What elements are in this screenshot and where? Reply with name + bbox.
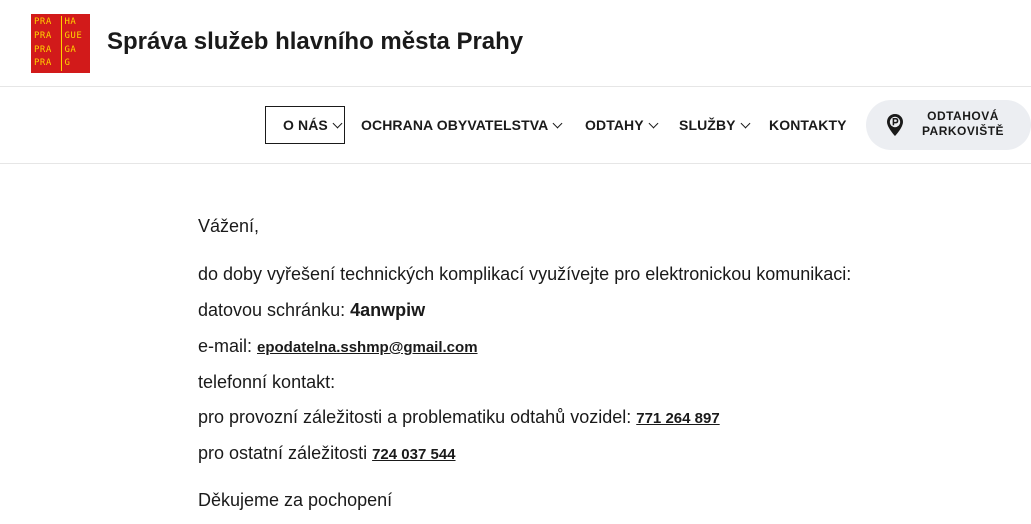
phone-operations-line: pro provozní záležitosti a problematiku … — [198, 407, 720, 428]
nav-item-label: KONTAKTY — [769, 117, 847, 133]
parking-label-line1: ODTAHOVÁ — [927, 109, 999, 123]
site-title[interactable]: Správa služeb hlavního města Prahy — [107, 28, 523, 56]
logo-text: PRA — [34, 30, 52, 41]
phone-heading: telefonní kontakt: — [198, 372, 336, 392]
phone-other-line: pro ostatní záležitosti 724 037 544 — [198, 443, 456, 464]
phone-other-link[interactable]: 724 037 544 — [372, 446, 455, 463]
logo-text: G — [60, 57, 88, 71]
nav-item-sluzby[interactable]: SLUŽBY — [679, 106, 751, 144]
logo-text: PRA — [34, 44, 52, 55]
nav-item-label: SLUŽBY — [679, 117, 736, 133]
nav-item-label: OCHRANA OBYVATELSTVA — [361, 117, 549, 133]
databox-line: datovou schránku: 4anwpiw — [198, 300, 425, 321]
nav-item-label: O NÁS — [283, 117, 328, 133]
parking-pin-icon — [887, 114, 903, 136]
logo-text: PRA — [34, 58, 52, 69]
phone-operations-link[interactable]: 771 264 897 — [636, 410, 719, 427]
logo-text: GA — [60, 43, 88, 58]
site-header: PRA HA PRA GUE PRA GA PRA G Správa služe… — [0, 0, 1031, 87]
nav-item-kontakty[interactable]: KONTAKTY — [769, 106, 847, 144]
phone-operations-label: pro provozní záležitosti a problematiku … — [198, 407, 637, 427]
nav-item-ochrana-obyvatelstva[interactable]: OCHRANA OBYVATELSTVA — [361, 106, 563, 144]
email-link[interactable]: epodatelna.sshmp@gmail.com — [257, 339, 478, 356]
databox-id: 4anwpiw — [350, 300, 426, 320]
phone-other-label: pro ostatní záležitosti — [198, 443, 373, 463]
chevron-down-icon — [332, 118, 343, 128]
prague-logo[interactable]: PRA HA PRA GUE PRA GA PRA G — [31, 14, 90, 73]
nav-item-o-nas[interactable]: O NÁS — [265, 106, 345, 144]
main-navigation: O NÁS OCHRANA OBYVATELSTVA ODTAHY SLUŽBY… — [0, 87, 1031, 164]
logo-text: HA — [60, 16, 88, 30]
greeting: Vážení, — [198, 216, 260, 236]
nav-item-label: ODTAHY — [585, 117, 644, 133]
nav-item-odtahy[interactable]: ODTAHY — [585, 106, 659, 144]
email-label: e-mail: — [198, 336, 258, 356]
parking-label-line2: PARKOVIŠTĚ — [921, 124, 1005, 138]
parking-button-label: ODTAHOVÁ PARKOVIŠTĚ — [914, 109, 1012, 139]
logo-text: GUE — [60, 29, 88, 44]
chevron-down-icon — [552, 118, 563, 128]
intro-text: do doby vyřešení technických komplikací … — [198, 264, 852, 284]
chevron-down-icon — [740, 118, 751, 128]
logo-text: PRA — [34, 17, 52, 27]
parking-lots-button[interactable]: ODTAHOVÁ PARKOVIŠTĚ — [866, 100, 1031, 150]
email-line: e-mail: epodatelna.sshmp@gmail.com — [198, 336, 478, 357]
databox-label: datovou schránku: — [198, 300, 351, 320]
closing-text: Děkujeme za pochopení — [198, 490, 393, 510]
chevron-down-icon — [648, 118, 659, 128]
